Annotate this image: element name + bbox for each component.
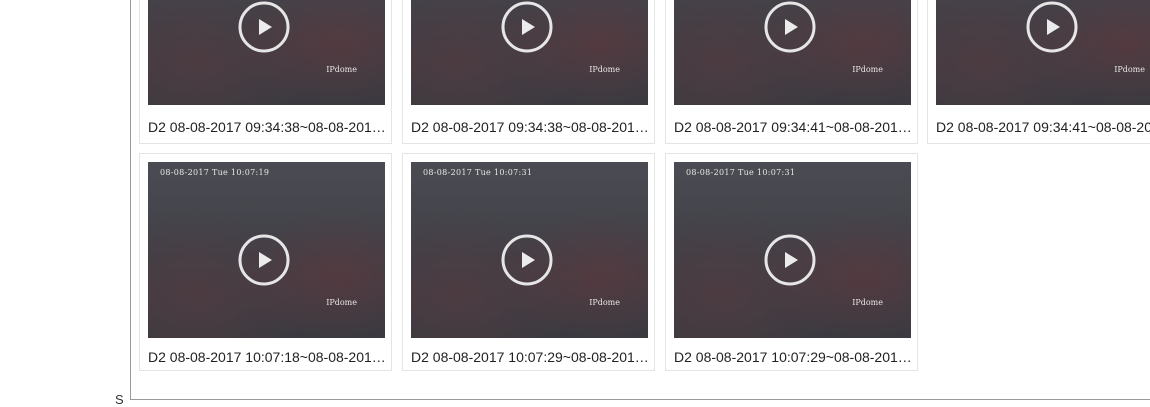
- watermark-text: IPdome: [326, 65, 357, 74]
- clip-gallery-panel: IPdome D2 08-08-2017 09:34:38~08-08-2017…: [130, 0, 1150, 400]
- play-circle-icon[interactable]: [764, 234, 816, 286]
- clip-caption: D2 08-08-2017 09:34:38~08-08-2017 09:34:…: [411, 119, 651, 135]
- osd-timestamp: 08-08-2017 Tue 10:07:31: [423, 168, 533, 177]
- watermark-text: IPdome: [589, 298, 620, 307]
- watermark-text: IPdome: [326, 298, 357, 307]
- play-circle-icon[interactable]: [1026, 1, 1078, 53]
- watermark-text: IPdome: [1114, 65, 1145, 74]
- watermark-text: IPdome: [852, 65, 883, 74]
- clip-caption: D2 08-08-2017 10:07:29~08-08-2017 10:07:…: [674, 349, 914, 365]
- clip-thumbnail[interactable]: IPdome: [148, 0, 385, 105]
- clip-thumbnail[interactable]: IPdome: [411, 0, 648, 105]
- osd-timestamp: 08-08-2017 Tue 10:07:31: [686, 168, 796, 177]
- clip-caption: D2 08-08-2017 10:07:29~08-08-2017 10:07:…: [411, 349, 651, 365]
- watermark-text: IPdome: [852, 298, 883, 307]
- clip-thumbnail[interactable]: 08-08-2017 Tue 10:07:19 IPdome: [148, 162, 385, 338]
- clip-card-6[interactable]: 08-08-2017 Tue 10:07:31 IPdome D2 08-08-…: [402, 153, 655, 371]
- clip-card-4[interactable]: IPdome D2 08-08-2017 09:34:41~08-08-2017…: [927, 0, 1150, 144]
- clip-card-2[interactable]: IPdome D2 08-08-2017 09:34:38~08-08-2017…: [402, 0, 655, 144]
- clip-thumbnail[interactable]: IPdome: [674, 0, 911, 105]
- play-circle-icon[interactable]: [501, 234, 553, 286]
- clip-thumbnail[interactable]: 08-08-2017 Tue 10:07:31 IPdome: [411, 162, 648, 338]
- clip-card-5[interactable]: 08-08-2017 Tue 10:07:19 IPdome D2 08-08-…: [139, 153, 392, 371]
- clip-thumbnail[interactable]: IPdome: [936, 0, 1150, 105]
- osd-timestamp: 08-08-2017 Tue 10:07:19: [160, 168, 270, 177]
- clip-caption: D2 08-08-2017 09:34:38~08-08-2017 09:34:…: [148, 119, 388, 135]
- play-circle-icon[interactable]: [238, 1, 290, 53]
- clip-card-3[interactable]: IPdome D2 08-08-2017 09:34:41~08-08-2017…: [665, 0, 918, 144]
- clip-card-7[interactable]: 08-08-2017 Tue 10:07:31 IPdome D2 08-08-…: [665, 153, 918, 371]
- clip-caption: D2 08-08-2017 09:34:41~08-08-2017 09:34:…: [674, 119, 914, 135]
- play-circle-icon[interactable]: [238, 234, 290, 286]
- clip-thumbnail[interactable]: 08-08-2017 Tue 10:07:31 IPdome: [674, 162, 911, 338]
- watermark-text: IPdome: [589, 65, 620, 74]
- play-circle-icon[interactable]: [501, 1, 553, 53]
- clip-caption: D2 08-08-2017 10:07:18~08-08-2017 10:07:…: [148, 349, 388, 365]
- play-circle-icon[interactable]: [764, 1, 816, 53]
- clip-caption: D2 08-08-2017 09:34:41~08-08-2017 09:34:…: [936, 119, 1150, 135]
- clip-card-1[interactable]: IPdome D2 08-08-2017 09:34:38~08-08-2017…: [139, 0, 392, 144]
